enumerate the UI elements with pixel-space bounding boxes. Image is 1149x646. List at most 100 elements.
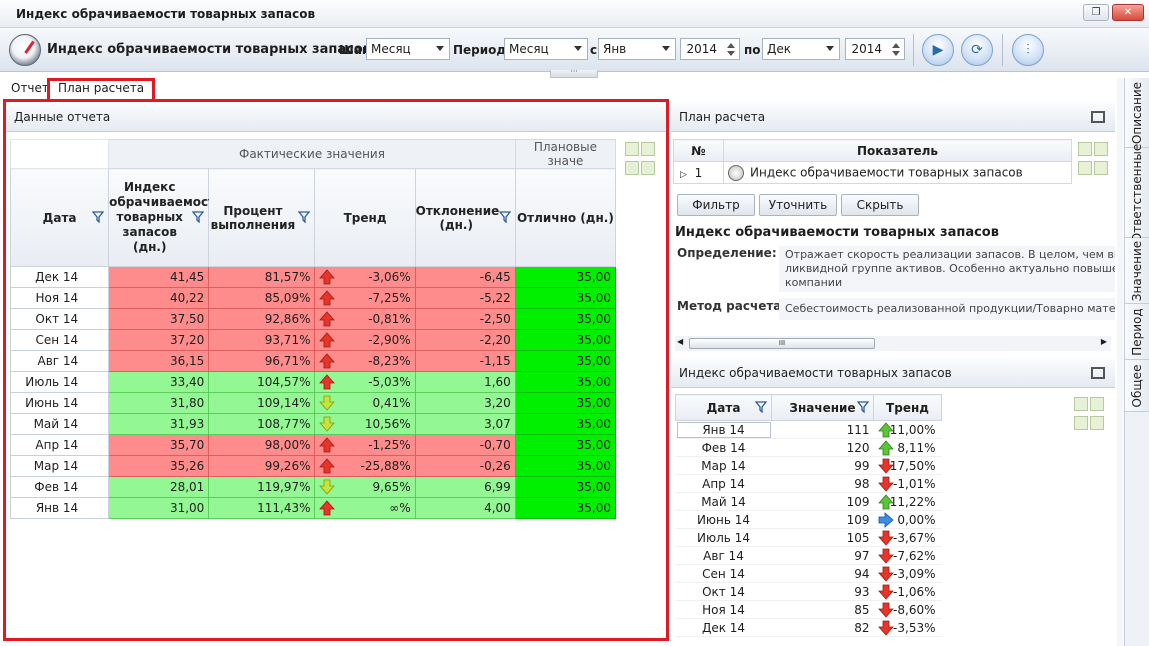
collapse-icon[interactable] [1090, 416, 1104, 430]
col-value-header[interactable]: Значение [771, 394, 874, 421]
cell-deviation: 1,60 [414, 371, 516, 393]
expand-icon[interactable] [641, 142, 655, 156]
spin-up-icon[interactable] [892, 43, 900, 48]
trend-value: -3,67% [893, 530, 936, 545]
table-row[interactable]: Июль 14 33,40 104,57% -5,03% 1,60 35,00 [9, 371, 617, 393]
from-month-select[interactable]: Янв [598, 38, 676, 60]
side-tab-responsible[interactable]: Ответственные [1125, 143, 1149, 242]
table-row[interactable]: Авг 14 36,15 96,71% -8,23% -1,15 35,00 [9, 350, 617, 372]
side-tab-general[interactable]: Общее [1125, 360, 1149, 412]
expand-icon[interactable] [1074, 397, 1088, 411]
table-row[interactable]: Апр 14 35,70 98,00% -1,25% -0,70 35,00 [9, 434, 617, 456]
table-row[interactable]: Май 14 31,93 108,77% 10,56% 3,07 35,00 [9, 413, 617, 435]
toolbar-collapse-grip[interactable]: ··· [550, 68, 598, 78]
filter-icon[interactable] [498, 211, 511, 223]
col-deviation-header[interactable]: Отклонение (дн.) [414, 168, 516, 267]
close-button[interactable]: ✕ [1112, 4, 1144, 21]
col-trend-header[interactable]: Тренд [873, 394, 942, 421]
scrollbar-thumb[interactable]: III [689, 338, 875, 349]
tab-plan[interactable]: План расчета [47, 78, 156, 100]
cell-index: 36,15 [108, 350, 210, 372]
col-trend-header[interactable]: Тренд [314, 168, 416, 267]
filter-button[interactable]: Фильтр [677, 194, 755, 216]
refresh-button[interactable]: ⟳ [961, 34, 993, 66]
to-month-select[interactable]: Дек [762, 38, 840, 60]
filter-icon[interactable] [298, 211, 311, 223]
from-year-spinner[interactable]: 2014 [680, 38, 740, 60]
table-row[interactable]: Дек 14 82 -3,53% [675, 618, 942, 637]
expand-icon[interactable] [1078, 142, 1092, 156]
col-date-header[interactable]: Дата [9, 168, 110, 267]
hide-button[interactable]: Скрыть [841, 194, 919, 216]
table-row[interactable]: Фев 14 28,01 119,97% 9,65% 6,99 35,00 [9, 476, 617, 498]
scroll-left-icon[interactable]: ◀ [677, 337, 683, 346]
step-select[interactable]: Месяц [366, 38, 450, 60]
settings-button[interactable]: ⫶ [1012, 34, 1044, 66]
table-row[interactable]: Июнь 14 109 0,00% [675, 510, 942, 529]
table-row[interactable]: Дек 14 41,45 81,57% -3,06% -6,45 35,00 [9, 266, 617, 288]
play-button[interactable]: ▶ [922, 34, 954, 66]
cell-index: 35,70 [108, 434, 210, 456]
table-row[interactable]: Ноя 14 40,22 85,09% -7,25% -5,22 35,00 [9, 287, 617, 309]
expand-icon[interactable] [1094, 142, 1108, 156]
collapse-icon[interactable] [1094, 161, 1108, 175]
filter-icon[interactable] [92, 211, 105, 223]
to-label: по [744, 43, 761, 57]
col-excellent-header[interactable]: Отлично (дн.) [514, 168, 617, 267]
table-row[interactable]: Сен 14 94 -3,09% [675, 564, 942, 583]
cell-index: 31,93 [108, 413, 210, 435]
col-date-label: Дата [706, 400, 741, 415]
table-row[interactable]: Окт 14 37,50 92,86% -0,81% -2,50 35,00 [9, 308, 617, 330]
collapse-icon[interactable] [641, 161, 655, 175]
spin-down-icon[interactable] [892, 51, 900, 56]
period-select[interactable]: Месяц [504, 38, 588, 60]
filter-icon[interactable] [857, 401, 869, 413]
col-date-header[interactable]: Дата [675, 394, 772, 421]
table-row[interactable]: Янв 14 111 11,00% [675, 420, 942, 439]
table-row[interactable]: Мар 14 35,26 99,26% -25,88% -0,26 35,00 [9, 455, 617, 477]
filter-icon[interactable] [755, 401, 767, 413]
restore-button[interactable]: ❐ [1083, 4, 1109, 21]
side-tab-value[interactable]: Значение [1125, 238, 1149, 304]
maximize-icon[interactable] [1091, 367, 1105, 379]
cell-value: 93 [771, 582, 874, 601]
maximize-icon[interactable] [1091, 111, 1105, 123]
table-row[interactable]: Янв 14 31,00 111,43% ∞% 4,00 35,00 [9, 497, 617, 519]
splitter[interactable] [1117, 78, 1123, 646]
cell-trend: -7,25% [314, 287, 416, 309]
plan-row[interactable]: ▷ 1 Индекс обрачиваемости товарных запас… [673, 161, 1072, 184]
table-row[interactable]: Ноя 14 85 -8,60% [675, 600, 942, 619]
table-row[interactable]: Июль 14 105 -3,67% [675, 528, 942, 547]
cell-value: 99 [771, 456, 874, 475]
col-index-header[interactable]: Индекс обрачиваемости товарных запасов (… [108, 168, 223, 267]
col-percent-header[interactable]: Процент выполнения [208, 168, 316, 267]
expand-icon[interactable] [1090, 397, 1104, 411]
refine-button[interactable]: Уточнить [759, 194, 837, 216]
from-label: с [590, 43, 598, 57]
side-tab-description[interactable]: Описание [1125, 78, 1149, 148]
side-tab-period[interactable]: Период [1125, 304, 1149, 360]
side-tab-label: Общее [1130, 364, 1144, 407]
spin-up-icon[interactable] [727, 43, 735, 48]
filter-icon[interactable] [192, 211, 205, 223]
cell-trend: 10,56% [314, 413, 416, 435]
table-row[interactable]: Июнь 14 31,80 109,14% 0,41% 3,20 35,00 [9, 392, 617, 414]
table-row[interactable]: Авг 14 97 -7,62% [675, 546, 942, 565]
table-row[interactable]: Сен 14 37,20 93,71% -2,90% -2,20 35,00 [9, 329, 617, 351]
collapse-icon[interactable] [1078, 161, 1092, 175]
table-row[interactable]: Фев 14 120 8,11% [675, 438, 942, 457]
to-year-spinner[interactable]: 2014 [845, 38, 905, 60]
table-row[interactable]: Апр 14 98 -1,01% [675, 474, 942, 493]
table-row[interactable]: Май 14 109 11,22% [675, 492, 942, 511]
collapse-icon[interactable] [1074, 416, 1088, 430]
spin-down-icon[interactable] [727, 51, 735, 56]
table-row[interactable]: Окт 14 93 -1,06% [675, 582, 942, 601]
collapse-icon[interactable] [625, 161, 639, 175]
scroll-right-icon[interactable]: ▶ [1101, 337, 1107, 346]
trend-down-icon [877, 602, 894, 618]
table-row[interactable]: Мар 14 99 -17,50% [675, 456, 942, 475]
horizontal-scrollbar[interactable]: ◀ III ▶ [675, 336, 1111, 351]
trend-value: -3,09% [893, 566, 936, 581]
expand-icon[interactable] [625, 142, 639, 156]
cell-percent: 81,57% [208, 266, 316, 288]
